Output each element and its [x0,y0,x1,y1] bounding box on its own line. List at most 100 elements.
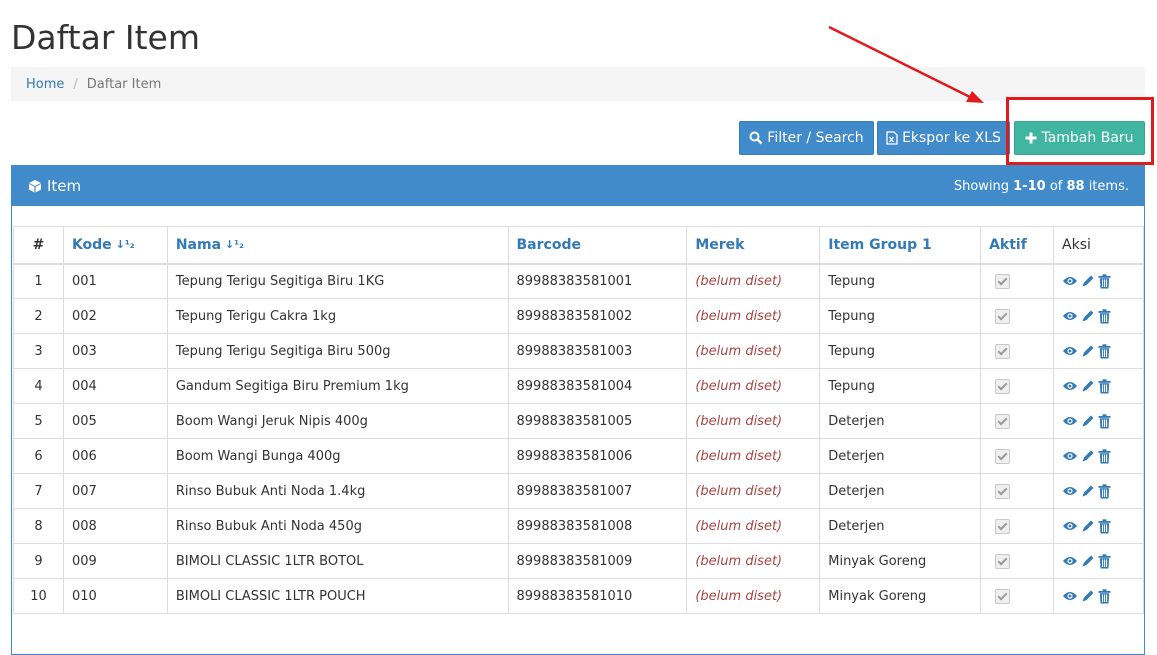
table-row: 5 005 Boom Wangi Jeruk Nipis 400g 899883… [13,403,1144,439]
cell-item-group: Minyak Goreng [819,578,982,614]
eye-icon[interactable] [1062,380,1078,392]
cell-kode: 005 [62,403,168,439]
table-row: 3 003 Tepung Terigu Segitiga Biru 500g 8… [13,333,1144,369]
pencil-icon[interactable] [1081,589,1095,603]
header-no: # [13,226,64,265]
panel-title-text: Item [47,177,82,195]
cell-merek: (belum diset) [686,473,821,509]
table-row: 6 006 Boom Wangi Bunga 400g 899883835810… [13,438,1144,474]
aktif-checkbox[interactable] [995,483,1011,499]
trash-icon[interactable] [1098,274,1111,289]
header-item-group[interactable]: Item Group 1 [819,226,982,265]
summary-suffix: items. [1084,178,1129,194]
cell-no: 3 [13,333,64,369]
cell-nama: Gandum Segitiga Biru Premium 1kg [166,368,509,404]
cell-aksi [1053,298,1144,334]
eye-icon[interactable] [1062,415,1078,427]
header-aktif[interactable]: Aktif [980,226,1055,265]
pencil-icon[interactable] [1081,484,1095,498]
eye-icon[interactable] [1062,590,1078,602]
header-barcode[interactable]: Barcode [507,226,688,265]
pencil-icon[interactable] [1081,274,1095,288]
cell-barcode: 89988383581009 [507,543,688,579]
trash-icon[interactable] [1098,378,1111,394]
trash-icon[interactable] [1098,553,1111,569]
aktif-checkbox[interactable] [995,308,1011,324]
trash-icon[interactable] [1098,588,1111,604]
cell-nama: Tepung Terigu Cakra 1kg [166,298,509,334]
pencil-icon[interactable] [1081,519,1095,533]
aktif-checkbox[interactable] [995,273,1011,289]
pencil-icon[interactable] [1081,554,1095,568]
cell-aksi [1053,403,1144,439]
pencil-icon[interactable] [1081,379,1095,393]
sort-numeric-icon: ↓¹₂ [115,238,135,252]
cell-aksi [1053,543,1144,579]
export-xls-button[interactable]: Ekspor ke XLS [877,121,1010,155]
header-nama[interactable]: Nama ↓¹₂ [166,226,509,265]
table-row: 4 004 Gandum Segitiga Biru Premium 1kg 8… [13,368,1144,404]
cell-aksi [1053,578,1144,614]
filter-search-button[interactable]: Filter / Search [739,121,874,155]
header-kode[interactable]: Kode ↓¹₂ [62,226,168,265]
cell-aksi [1053,473,1144,509]
cell-nama: Boom Wangi Bunga 400g [166,438,509,474]
cell-nama: BIMOLI CLASSIC 1LTR BOTOL [166,543,509,579]
eye-icon[interactable] [1062,310,1078,322]
trash-icon[interactable] [1098,518,1111,534]
pencil-icon[interactable] [1081,449,1095,463]
cell-barcode: 89988383581004 [507,368,688,404]
pencil-icon[interactable] [1081,414,1095,428]
cell-aktif [980,473,1055,509]
cell-kode: 003 [62,333,168,369]
cell-barcode: 89988383581003 [507,333,688,369]
eye-icon[interactable] [1062,485,1078,497]
cell-no: 5 [13,403,64,439]
aktif-checkbox[interactable] [995,413,1011,429]
item-panel: Item Showing 1-10 of 88 items. # Kode ↓¹₂… [11,165,1145,655]
eye-icon[interactable] [1062,555,1078,567]
trash-icon[interactable] [1098,343,1111,359]
aktif-checkbox[interactable] [995,553,1011,569]
cell-no: 4 [13,368,64,404]
trash-icon[interactable] [1098,413,1111,429]
cell-aktif [980,263,1055,299]
table-row: 8 008 Rinso Bubuk Anti Noda 450g 8998838… [13,508,1144,544]
cell-no: 9 [13,543,64,579]
file-excel-icon [886,131,898,145]
cell-barcode: 89988383581007 [507,473,688,509]
cell-merek: (belum diset) [686,298,821,334]
header-nama-label: Nama [175,236,222,253]
cell-item-group: Deterjen [819,473,982,509]
cell-nama: BIMOLI CLASSIC 1LTR POUCH [166,578,509,614]
eye-icon[interactable] [1062,275,1078,287]
cell-nama: Rinso Bubuk Anti Noda 1.4kg [166,473,509,509]
trash-icon[interactable] [1098,308,1111,324]
cell-aksi [1053,508,1144,544]
cell-nama: Tepung Terigu Segitiga Biru 1KG [166,263,509,299]
cell-aktif [980,298,1055,334]
table-row: 9 009 BIMOLI CLASSIC 1LTR BOTOL 89988383… [13,543,1144,579]
pencil-icon[interactable] [1081,309,1095,323]
trash-icon[interactable] [1098,483,1111,499]
eye-icon[interactable] [1062,520,1078,532]
aktif-checkbox[interactable] [995,588,1011,604]
eye-icon[interactable] [1062,345,1078,357]
cell-aksi [1053,368,1144,404]
cell-nama: Boom Wangi Jeruk Nipis 400g [166,403,509,439]
aktif-checkbox[interactable] [995,343,1011,359]
header-merek[interactable]: Merek [686,226,821,265]
eye-icon[interactable] [1062,450,1078,462]
cell-no: 7 [13,473,64,509]
sort-numeric-icon: ↓¹₂ [225,238,244,252]
trash-icon[interactable] [1098,448,1111,464]
item-table: # Kode ↓¹₂ Nama ↓¹₂ Barcode Merek Item Gro… [13,226,1144,614]
cell-item-group: Tepung [819,298,982,334]
cell-item-group: Deterjen [819,438,982,474]
aktif-checkbox[interactable] [995,448,1011,464]
cell-kode: 008 [62,508,168,544]
aktif-checkbox[interactable] [995,518,1011,534]
aktif-checkbox[interactable] [995,378,1011,394]
pencil-icon[interactable] [1081,344,1095,358]
cell-merek: (belum diset) [686,263,821,299]
